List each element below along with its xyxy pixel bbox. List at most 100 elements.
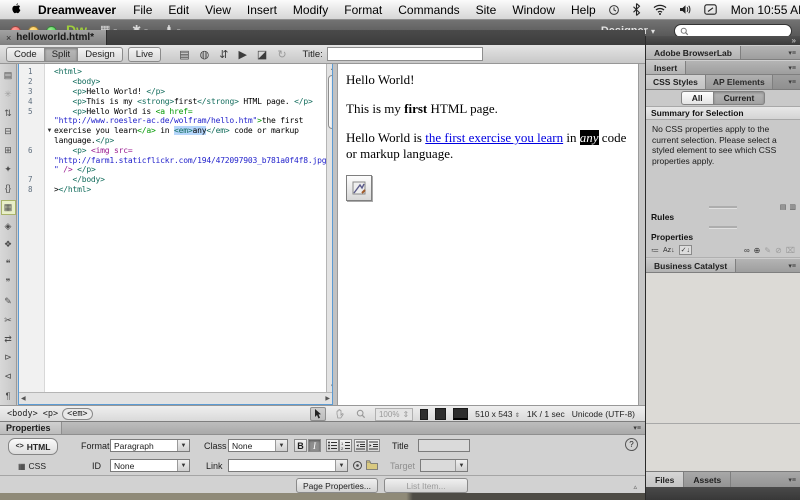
code-line[interactable]: 7 </body> [19,175,326,185]
assets-tab[interactable]: Assets [684,472,731,487]
code-line[interactable]: 6 <p> <img src= [19,145,326,155]
code-view-button[interactable]: Code [6,47,45,62]
code-line[interactable]: 2 <body> [19,77,326,87]
help-icon[interactable]: ? [625,438,638,451]
panel-menu-icon[interactable]: ▾≡ [788,472,800,487]
window-size-select[interactable]: 510 x 543 ⇕ [475,409,520,419]
code-line[interactable]: ▼exercise you learn</a> in <em>any</em> … [19,126,326,136]
collapse-full-tag-icon[interactable]: ⇅ [1,104,16,123]
attach-style-sheet-icon[interactable]: ▤ [780,203,787,211]
attach-icon[interactable]: ∞ [744,246,750,255]
show-code-navigator-icon[interactable]: ✳ [1,85,16,104]
highlight-invalid-code-icon[interactable]: ◈ [1,217,16,236]
title-field[interactable] [418,439,470,452]
balance-braces-icon[interactable]: {} [1,179,16,198]
outdent-code-icon[interactable]: ⊲ [1,367,16,386]
css-styles-tab[interactable]: CSS Styles [646,75,706,89]
pane-splitter[interactable] [333,63,338,405]
outdent-icon[interactable] [354,439,367,452]
collapse-selection-icon[interactable]: ⊟ [1,122,16,141]
panel-menu-icon[interactable]: ▾≡ [788,61,800,74]
delete-rule-icon[interactable]: ⌧ [786,246,795,255]
code-fold-icon[interactable]: ▼ [45,128,54,134]
wrap-tag-icon[interactable]: ✎ [1,292,16,311]
panel-collapse-icon[interactable]: ▵ [633,483,637,491]
format-select[interactable]: Paragraph▼ [110,439,190,452]
select-parent-tag-icon[interactable]: ✦ [1,160,16,179]
show-list-view-icon[interactable]: Az↓ [663,247,675,254]
css-mode-button[interactable]: ▦CSS [8,459,56,473]
code-line[interactable]: 8></html> [19,185,326,195]
scroll-up-icon[interactable]: ▲ [330,64,332,74]
code-line[interactable]: 5 <p>Hello World is <a href= [19,106,326,116]
file-management-icon[interactable]: ▤ [179,48,189,61]
panel-menu-icon[interactable]: ▾≡ [633,424,645,432]
code-line[interactable]: " /> </p> [19,165,326,175]
document-title-input[interactable] [327,47,483,61]
apply-comment-icon[interactable]: ❝ [1,254,16,273]
preview-in-browser-icon[interactable]: ◍ [200,48,210,61]
menu-view[interactable]: View [197,3,239,17]
remove-comment-icon[interactable]: ❞ [1,273,16,292]
recent-snippets-icon[interactable]: ✂ [1,311,16,330]
magnification-select[interactable]: 100% ⇕ [375,408,413,421]
id-select[interactable]: None▼ [110,459,190,472]
design-view-button[interactable]: Design [78,47,123,62]
collapse-to-icons-button[interactable]: » [792,36,796,45]
unlink-style-sheet-icon[interactable]: ▥ [789,203,796,211]
open-documents-icon[interactable]: ▤ [1,66,16,85]
disable-property-icon[interactable]: ⊘ [775,246,782,255]
menu-insert[interactable]: Insert [239,3,285,17]
show-set-properties-icon[interactable]: ✓↓ [679,245,692,255]
move-css-rules-icon[interactable]: ⇄ [1,330,16,349]
desktop-size-icon[interactable] [453,408,468,420]
point-to-file-icon[interactable] [352,460,363,471]
live-view-button[interactable]: Live [128,47,161,62]
design-paragraph-1[interactable]: Hello World! [346,72,638,88]
menu-window[interactable]: Window [504,3,563,17]
rules-section-divider[interactable]: ▤▥ [646,203,800,211]
menu-commands[interactable]: Commands [390,3,467,17]
selected-word[interactable]: any [580,130,599,145]
design-hyperlink[interactable]: the first exercise you learn [425,130,563,145]
italic-button[interactable]: I [308,439,321,452]
insert-tab[interactable]: Insert [646,61,686,74]
check-page-icon[interactable]: ⇵ [219,48,228,61]
volume-icon[interactable] [675,4,696,15]
menu-modify[interactable]: Modify [285,3,336,17]
page-properties-button[interactable]: Page Properties... [296,478,378,493]
tag-selector-item[interactable]: <em> [62,408,92,420]
new-css-rule-icon[interactable]: ⊕ [754,246,761,255]
panel-menu-icon[interactable]: ▾≡ [788,46,800,59]
split-view-button[interactable]: Split [45,47,78,62]
code-line[interactable]: language.</p> [19,136,326,146]
edit-rule-icon[interactable]: ✎ [764,246,771,255]
menu-site[interactable]: Site [468,3,505,17]
tablet-size-icon[interactable] [435,408,446,420]
hand-tool-icon[interactable] [333,408,347,420]
current-mode-button[interactable]: Current [714,91,766,105]
all-mode-button[interactable]: All [681,91,714,105]
document-tab[interactable]: × helloworld.html* [0,30,107,45]
link-combobox[interactable]: ▼ [228,459,348,472]
scroll-left-icon[interactable]: ◀ [21,395,26,402]
bold-button[interactable]: B [294,439,307,452]
design-paragraph-3[interactable]: Hello World is the first exercise you le… [346,130,638,162]
code-vertical-scrollbar[interactable]: ▲ ▼ [326,64,332,392]
wifi-icon[interactable] [649,4,671,15]
html-mode-button[interactable]: <>HTML [8,438,58,455]
apple-menu-icon[interactable] [0,3,29,16]
tab-close-icon[interactable]: × [6,33,11,43]
ordered-list-icon[interactable]: 12 [339,439,352,452]
class-select[interactable]: None▼ [228,439,288,452]
select-tool-icon[interactable] [310,407,326,421]
scroll-right-icon[interactable]: ▶ [325,395,330,402]
time-machine-icon[interactable] [604,4,624,16]
menu-edit[interactable]: Edit [160,3,197,17]
code-line[interactable]: 3 <p>Hello World! </p> [19,87,326,97]
menu-format[interactable]: Format [336,3,390,17]
menu-file[interactable]: File [125,3,160,17]
properties-section-divider[interactable] [646,223,800,231]
files-tab[interactable]: Files [646,472,684,487]
broken-image-placeholder[interactable] [346,175,372,201]
